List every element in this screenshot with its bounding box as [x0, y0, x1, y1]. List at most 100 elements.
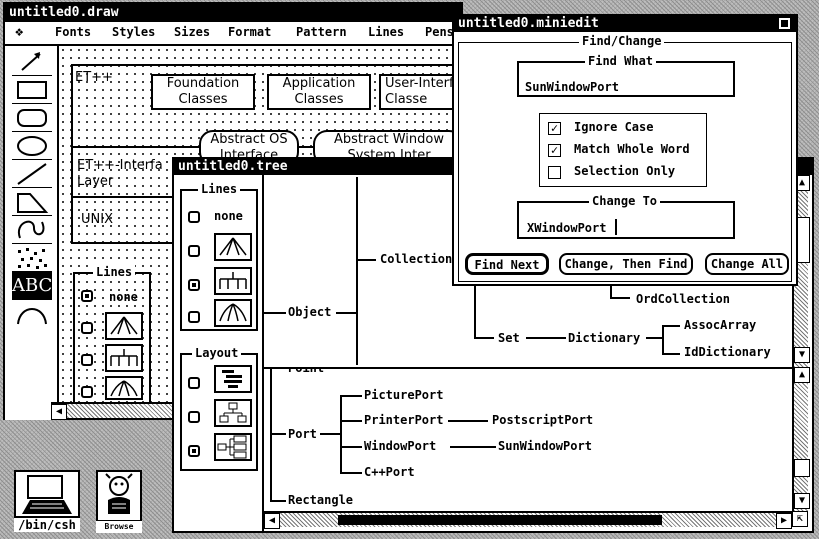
tree-pane-lower[interactable]: Point Port PicturePort PrinterPort Posts… [264, 367, 792, 511]
tree-node-windowport[interactable]: WindowPort [364, 439, 436, 453]
browse-icon[interactable]: Browse [96, 470, 142, 534]
application-classes-box[interactable]: Application Classes [267, 74, 371, 110]
tree-node-ordcollection[interactable]: OrdCollection [636, 292, 730, 306]
tree-node-assocarray[interactable]: AssocArray [684, 318, 756, 332]
tree-node-object[interactable]: Object [288, 305, 331, 319]
draw-lines-panel: Lines none [73, 265, 151, 402]
unix-label[interactable]: UNIX [81, 212, 113, 228]
tree-lower-scroll-down-icon[interactable]: ▼ [794, 493, 810, 509]
arc-tool-icon[interactable] [12, 300, 52, 328]
menu-format[interactable]: Format [228, 22, 271, 43]
tree-layout-vertical-radio[interactable] [188, 411, 200, 423]
rounded-rect-tool-icon[interactable] [12, 104, 52, 132]
draw-lines-fan-icon[interactable] [105, 312, 143, 340]
user-interface-classes-box[interactable]: User-Interf Classe [379, 74, 463, 110]
draw-lines-radio-4[interactable] [81, 386, 93, 398]
tree-node-postscriptport[interactable]: PostscriptPort [492, 413, 593, 427]
tree-node-sunwindowport[interactable]: SunWindowPort [498, 439, 592, 453]
tree-lines-fan-radio[interactable] [188, 245, 200, 257]
find-next-button[interactable]: Find Next [465, 253, 549, 275]
line-tool-icon[interactable] [12, 160, 52, 188]
tree-window-title: untitled0.tree [178, 159, 288, 174]
selection-only-checkbox[interactable] [548, 166, 561, 179]
tree-node-rectangle[interactable]: Rectangle [288, 493, 353, 507]
tree-node-port[interactable]: Port [288, 427, 317, 441]
tree-lines-ortho-icon[interactable] [214, 267, 252, 295]
tree-node-dictionary[interactable]: Dictionary [568, 331, 640, 345]
tree-hscrollbar[interactable]: ◀ ▶ [264, 511, 792, 529]
polygon-tool-icon[interactable] [12, 188, 52, 216]
pattern-tool-icon[interactable] [12, 244, 52, 272]
change-all-button[interactable]: Change All [705, 253, 789, 275]
tree-lines-curve-radio[interactable] [188, 311, 200, 323]
spline-tool-icon[interactable] [12, 216, 52, 244]
tree-lines-none-radio[interactable] [188, 211, 200, 223]
etpp-interface-layer-label[interactable]: ET++-Interfa Layer [77, 158, 177, 190]
tree-node-pictureport[interactable]: PicturePort [364, 388, 443, 402]
change-then-find-button[interactable]: Change, Then Find [559, 253, 693, 275]
tree-lines-fan-icon[interactable] [214, 233, 252, 261]
tree-control-panel: Lines none Layout [174, 175, 264, 531]
tree-edge [340, 420, 362, 422]
menu-fonts[interactable]: Fonts [55, 22, 91, 43]
bin-csh-icon[interactable]: /bin/csh [14, 470, 80, 534]
menu-pens[interactable]: Pens [425, 22, 454, 43]
tree-scroll-right-icon[interactable]: ▶ [776, 513, 792, 529]
tree-upper-scroll-down-icon[interactable]: ▼ [794, 347, 810, 363]
draw-lines-curve-icon[interactable] [105, 376, 143, 400]
apple-menu-icon[interactable]: ❖ [15, 22, 23, 43]
tree-node-cppport[interactable]: C++Port [364, 465, 415, 479]
tree-edge [662, 353, 680, 355]
draw-window-titlebar[interactable]: untitled0.draw [5, 4, 461, 22]
draw-lines-radio-3[interactable] [81, 354, 93, 366]
tree-lower-scroll-up-icon[interactable]: ▲ [794, 367, 810, 383]
etpp-label[interactable]: ET++ [75, 70, 113, 86]
oval-tool-icon[interactable] [12, 132, 52, 160]
arrow-tool-icon[interactable] [12, 48, 52, 76]
tree-node-printerport[interactable]: PrinterPort [364, 413, 443, 427]
find-what-input[interactable]: SunWindowPort [525, 80, 619, 94]
draw-lines-radio-2[interactable] [81, 322, 93, 334]
menu-sizes[interactable]: Sizes [174, 22, 210, 43]
tree-hscroll-track[interactable] [338, 515, 662, 525]
draw-lines-ortho-icon[interactable] [105, 344, 143, 372]
miniedit-titlebar[interactable]: untitled0.miniedit [454, 16, 796, 32]
text-cursor [615, 219, 617, 235]
tree-edge [646, 337, 662, 339]
tree-lower-scroll-thumb[interactable] [794, 459, 810, 477]
foundation-classes-box[interactable]: Foundation Classes [151, 74, 255, 110]
tree-edge [340, 395, 362, 397]
text-tool[interactable]: ABC [12, 272, 52, 300]
tree-node-collection[interactable]: Collection [380, 252, 452, 266]
ignore-case-checkbox[interactable]: ✓ [548, 122, 561, 135]
tree-layout-horizontal-radio[interactable] [188, 445, 200, 457]
tree-edge [320, 433, 340, 435]
tree-layout-compact-radio[interactable] [188, 377, 200, 389]
tree-edge [336, 312, 356, 314]
find-change-title: Find/Change [579, 34, 665, 48]
tree-layout-horizontal-icon[interactable] [214, 433, 252, 461]
tree-layout-compact-icon[interactable] [214, 365, 252, 393]
miniedit-close-icon[interactable] [779, 18, 790, 29]
tree-node-point[interactable]: Point [288, 369, 324, 375]
tree-lines-ortho-radio[interactable] [188, 279, 200, 291]
tree-resize-box-icon[interactable]: ⇱ [792, 511, 808, 527]
menu-lines[interactable]: Lines [368, 22, 404, 43]
draw-lines-none-radio[interactable] [81, 290, 93, 302]
menu-pattern[interactable]: Pattern [296, 22, 347, 43]
rectangle-tool-icon[interactable] [12, 76, 52, 104]
menu-styles[interactable]: Styles [112, 22, 155, 43]
tree-scroll-left-icon[interactable]: ◀ [264, 513, 280, 529]
draw-scroll-left-icon[interactable]: ◀ [51, 404, 67, 420]
tree-edge [270, 500, 286, 502]
change-to-title: Change To [589, 194, 661, 208]
change-to-input[interactable]: XWindowPort [527, 221, 606, 235]
draw-window-title: untitled0.draw [9, 5, 119, 20]
tree-lower-vscrollbar[interactable]: ▲ ▼ [792, 367, 810, 511]
tree-node-iddictionary[interactable]: IdDictionary [684, 345, 771, 359]
tree-lines-curve-icon[interactable] [214, 299, 252, 327]
tree-node-set[interactable]: Set [498, 331, 520, 345]
tree-lines-panel-title: Lines [198, 182, 241, 196]
tree-layout-vertical-icon[interactable] [214, 399, 252, 427]
match-whole-word-checkbox[interactable]: ✓ [548, 144, 561, 157]
